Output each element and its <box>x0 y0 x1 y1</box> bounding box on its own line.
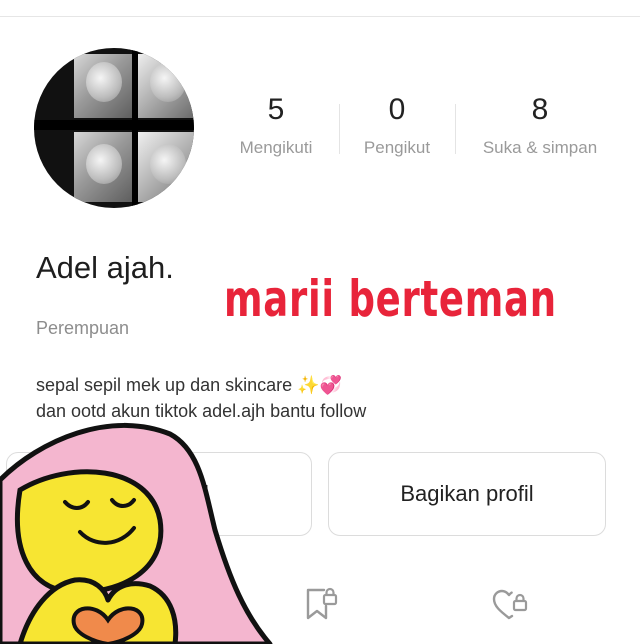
share-profile-label: Bagikan profil <box>400 481 534 506</box>
likes-label: Suka & simpan <box>482 138 598 157</box>
smiley-heart-sticker <box>0 422 273 644</box>
stat-following[interactable]: 5 Mengikuti <box>228 92 324 158</box>
avatar-face <box>86 62 122 102</box>
likes-count: 8 <box>531 93 549 126</box>
avatar[interactable] <box>34 48 194 208</box>
header-divider <box>0 16 640 17</box>
share-profile-button[interactable]: Bagikan profil <box>328 452 606 536</box>
sparkle-emoji: ✨ <box>297 375 320 395</box>
stat-divider <box>339 104 340 154</box>
stat-followers[interactable]: 0 Pengikut <box>352 92 442 158</box>
bio-text-1: sepal sepil mek up dan skincare <box>36 375 293 395</box>
avatar-face <box>150 62 186 102</box>
following-label: Mengikuti <box>239 138 313 157</box>
overlay-caption: marii berteman <box>224 270 557 328</box>
heart-lock-icon[interactable] <box>490 584 530 624</box>
profile-gender: Perempuan <box>36 318 130 338</box>
hearts-emoji: 💞 <box>319 375 342 395</box>
stat-divider <box>455 104 456 154</box>
bookmark-lock-icon[interactable] <box>300 584 340 624</box>
profile-bio: sepal sepil mek up dan skincare ✨💞 dan o… <box>36 372 366 424</box>
avatar-face <box>150 144 186 184</box>
followers-label: Pengikut <box>363 138 431 157</box>
stat-likes[interactable]: 8 Suka & simpan <box>468 92 612 158</box>
profile-name: Adel ajah. <box>36 250 174 285</box>
followers-count: 0 <box>388 93 406 126</box>
avatar-face <box>86 144 122 184</box>
following-count: 5 <box>267 93 285 126</box>
bio-line-1: sepal sepil mek up dan skincare ✨💞 <box>36 372 366 398</box>
avatar-frame-bar <box>34 120 194 130</box>
